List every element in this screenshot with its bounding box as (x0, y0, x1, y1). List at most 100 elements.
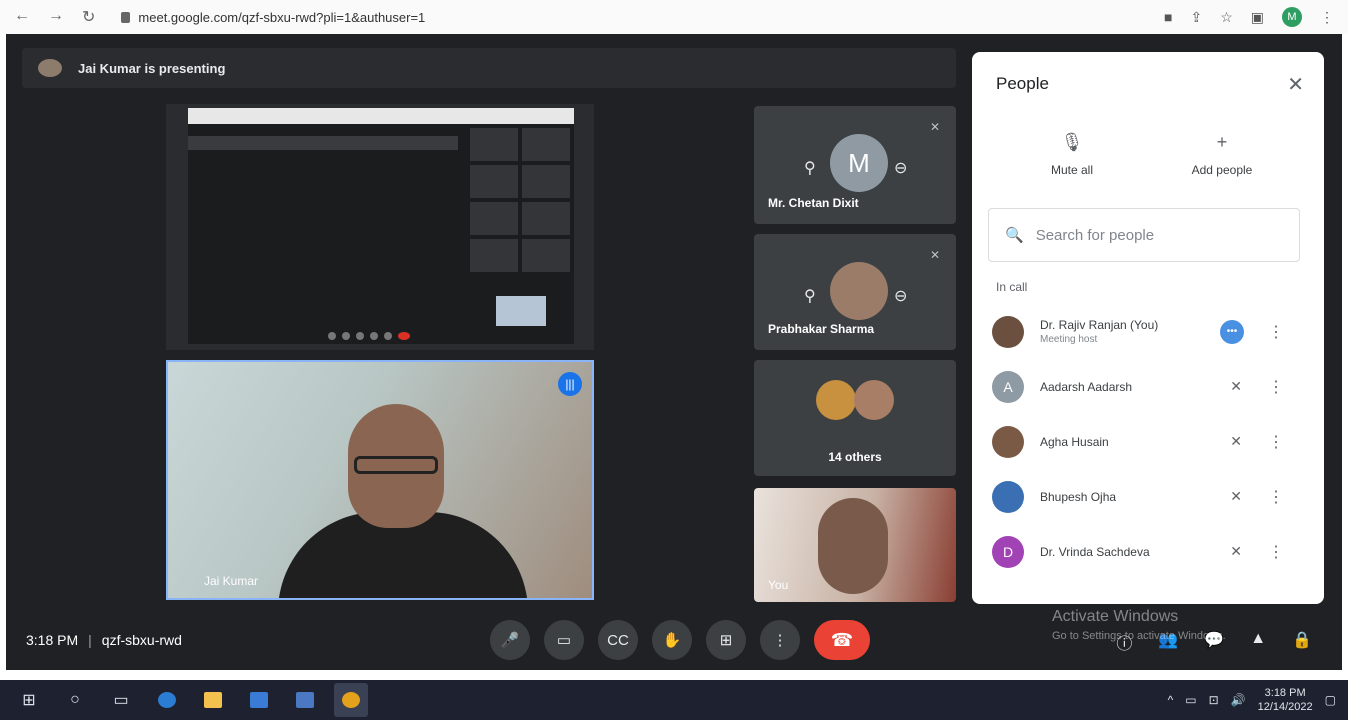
list-item[interactable]: Agha Husain ✕ ⋮ (972, 414, 1324, 469)
shared-self-view (496, 296, 546, 326)
file-explorer-icon[interactable] (196, 683, 230, 717)
sidebar-icon[interactable]: ▣ (1251, 9, 1264, 26)
meeting-code: qzf-sbxu-rwd (101, 632, 182, 648)
profile-avatar[interactable]: M (1282, 7, 1302, 27)
participant-name: Agha Husain (1040, 434, 1109, 449)
participant-name: Bhupesh Ojha (1040, 489, 1117, 504)
shared-banner (188, 136, 458, 150)
avatar (816, 380, 856, 420)
share-icon[interactable]: ⇪ (1190, 9, 1202, 26)
edge-icon[interactable] (150, 683, 184, 717)
others-count: 14 others (828, 450, 882, 464)
more-options-icon[interactable]: ⋮ (1268, 542, 1284, 562)
bookmark-star-icon[interactable]: ☆ (1220, 9, 1233, 26)
more-options-icon[interactable]: ⋮ (1268, 487, 1284, 507)
watermark-sub: Go to Settings to activate Windows. (1052, 630, 1226, 642)
list-item[interactable]: Dr. Rajiv Ranjan (You) Meeting host ••• … (972, 304, 1324, 359)
add-person-icon: + (1216, 132, 1228, 152)
mic-off-icon[interactable]: ✕ (1230, 543, 1242, 560)
present-button[interactable]: ⊞ (706, 620, 746, 660)
captions-button[interactable]: CC (598, 620, 638, 660)
microphone-button[interactable]: 🎤 (490, 620, 530, 660)
watermark-title: Activate Windows (1052, 608, 1179, 625)
participant-tile-prabhakar[interactable]: ✕ ⚲ ⊖ Prabhakar Sharma (754, 234, 956, 350)
mic-off-icon[interactable]: ✕ (1230, 378, 1242, 395)
presenting-text: Jai Kumar is presenting (78, 60, 226, 76)
mute-all-button[interactable]: 🎙 Mute all (1012, 132, 1132, 177)
pin-icon[interactable]: ⚲ (804, 286, 816, 306)
search-icon[interactable]: ○ (58, 683, 92, 717)
chrome-icon[interactable] (334, 683, 368, 717)
section-label: In call (996, 280, 1028, 294)
windows-taskbar: ⊞ ○ ▭ ^ ▭ ⊡ 🔊 3:18 PM 12/14/2022 ▢ (0, 680, 1348, 720)
more-options-icon[interactable]: ⋮ (1268, 432, 1284, 452)
lock-icon (121, 11, 131, 23)
store-icon[interactable] (242, 683, 276, 717)
raise-hand-button[interactable]: ✋ (652, 620, 692, 660)
reload-icon[interactable]: ↻ (82, 7, 95, 27)
clock-time: 3:18 PM (1264, 687, 1306, 699)
participant-tile-chetan[interactable]: ✕ ⚲ M ⊖ Mr. Chetan Dixit (754, 106, 956, 224)
list-item[interactable]: A Aadarsh Aadarsh ✕ ⋮ (972, 359, 1324, 414)
presenting-banner: Jai Kumar is presenting (22, 48, 956, 88)
add-people-button[interactable]: + Add people (1162, 132, 1282, 177)
task-view-icon[interactable]: ▭ (104, 683, 138, 717)
menu-kebab-icon[interactable]: ⋮ (1320, 9, 1334, 26)
camera-icon[interactable]: ■ (1164, 9, 1172, 25)
pin-icon[interactable]: ⚲ (804, 158, 816, 178)
battery-icon[interactable]: ▭ (1185, 693, 1196, 707)
remove-icon[interactable]: ⊖ (894, 158, 907, 178)
windows-start-icon[interactable]: ⊞ (12, 683, 46, 717)
screen-share-tile[interactable] (166, 104, 594, 350)
close-icon[interactable]: ✕ (1287, 72, 1304, 97)
avatar (992, 425, 1024, 458)
app-icon[interactable] (288, 683, 322, 717)
chevron-up-icon[interactable]: ^ (1168, 693, 1174, 707)
mic-off-icon: ✕ (929, 248, 940, 262)
people-panel: People ✕ 🎙 Mute all + Add people 🔍 Searc… (972, 52, 1324, 604)
back-arrow-icon[interactable]: ← (14, 7, 30, 27)
others-tile[interactable]: 14 others (754, 360, 956, 476)
browser-toolbar: ← → ↻ meet.google.com/qzf-sbxu-rwd?pli=1… (0, 0, 1348, 34)
notifications-icon[interactable]: ▢ (1325, 693, 1336, 707)
shared-controls (328, 332, 410, 340)
self-face (818, 498, 888, 594)
forward-arrow-icon[interactable]: → (48, 7, 64, 27)
more-options-icon[interactable]: ⋮ (1268, 377, 1284, 397)
speaker-name: Jai Kumar (204, 574, 259, 588)
speaking-dots-icon: ••• (1220, 319, 1244, 344)
address-bar[interactable]: meet.google.com/qzf-sbxu-rwd?pli=1&authu… (121, 10, 425, 25)
speaker-glasses (354, 456, 438, 474)
remove-icon[interactable]: ⊖ (894, 286, 907, 306)
list-item[interactable]: D Dr. Vrinda Sachdeva ✕ ⋮ (972, 524, 1324, 579)
participant-list: Dr. Rajiv Ranjan (You) Meeting host ••• … (972, 304, 1324, 579)
speaker-tile[interactable]: ||| Jai Kumar (166, 360, 594, 600)
clock-date: 12/14/2022 (1257, 701, 1313, 713)
mute-all-label: Mute all (1050, 163, 1094, 177)
list-item[interactable]: Bhupesh Ojha ✕ ⋮ (972, 469, 1324, 524)
network-icon[interactable]: ⊡ (1209, 693, 1219, 707)
camera-button[interactable]: ▭ (544, 620, 584, 660)
leave-call-button[interactable]: ☎ (814, 620, 870, 660)
mic-off-icon[interactable]: ✕ (1230, 433, 1242, 450)
host-controls-icon[interactable]: 🔒 (1292, 630, 1312, 654)
self-view-tile[interactable]: You (754, 488, 956, 602)
speaking-indicator-icon: ||| (558, 372, 582, 396)
taskbar-clock[interactable]: 3:18 PM 12/14/2022 (1258, 686, 1313, 714)
more-options-icon[interactable]: ⋮ (1268, 322, 1284, 342)
volume-icon[interactable]: 🔊 (1231, 693, 1246, 707)
search-icon: 🔍 (1005, 227, 1024, 244)
add-people-label: Add people (1191, 163, 1253, 177)
activities-icon[interactable]: ▲ (1250, 630, 1266, 654)
avatar (854, 380, 894, 420)
more-options-button[interactable]: ⋮ (760, 620, 800, 660)
avatar (992, 315, 1024, 348)
tile-name: Prabhakar Sharma (768, 322, 875, 336)
mic-off-icon[interactable]: ✕ (1230, 488, 1242, 505)
meet-stage: Jai Kumar is presenting ||| Jai Kumar ✕ … (6, 34, 1342, 670)
search-people-field[interactable]: 🔍 Search for people (988, 208, 1300, 262)
avatar (992, 480, 1024, 513)
avatar: A (992, 370, 1024, 403)
avatar: D (992, 535, 1024, 568)
mic-off-icon: ✕ (929, 120, 940, 134)
